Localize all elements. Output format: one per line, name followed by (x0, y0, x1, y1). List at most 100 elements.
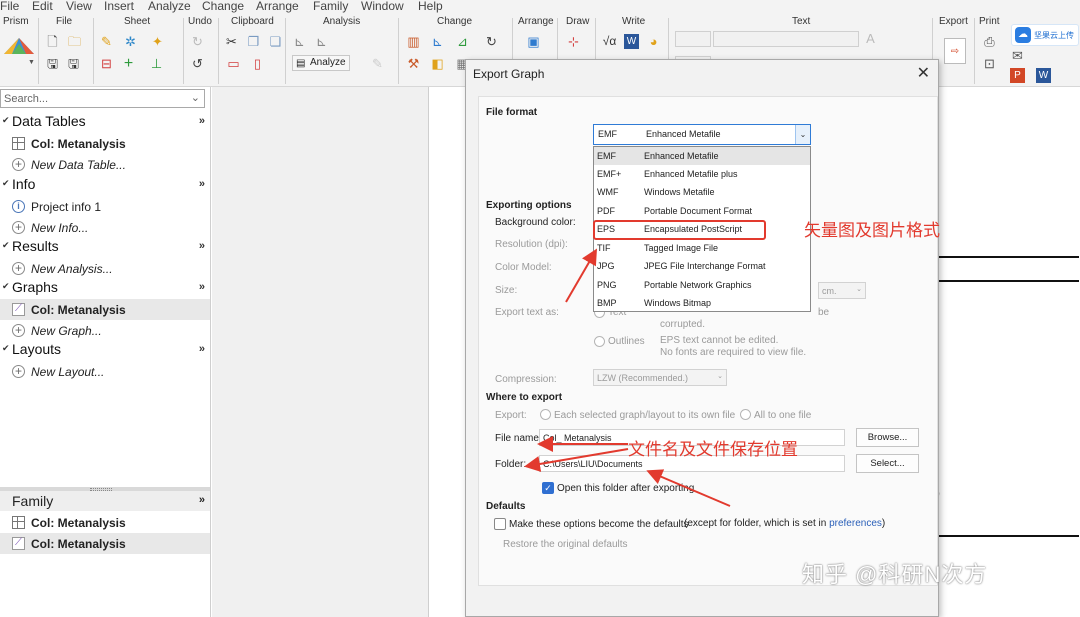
format-option-pdf[interactable]: PDF Portable Document Format (594, 202, 810, 220)
menu-file[interactable]: File (0, 0, 19, 13)
expand-panel-icon[interactable]: » (199, 115, 205, 127)
format-option-tif[interactable]: TIF Tagged Image File (594, 239, 810, 257)
export-icon[interactable]: ⇨ (944, 38, 966, 64)
section-info[interactable]: ✔ Info » (0, 175, 210, 195)
nav-item-graph[interactable]: ⟋ Col: Metanalysis (0, 299, 210, 320)
nav-item-new-info[interactable]: + New Info... (0, 217, 210, 238)
font-style-combo[interactable] (675, 31, 711, 47)
format-axes-icon[interactable]: ⊾ (430, 34, 445, 49)
browse-button[interactable]: Browse... (856, 428, 919, 447)
open-folder-checkbox[interactable]: ✓ (542, 482, 554, 494)
close-icon[interactable]: ✕ (917, 63, 930, 83)
settings-gear-icon[interactable]: ✲ (123, 34, 138, 49)
format-option-emf[interactable]: EMF Enhanced Metafile (594, 147, 810, 165)
word-export-icon[interactable]: W (1036, 68, 1051, 83)
arrange-icon[interactable]: ▣ (526, 34, 541, 49)
wand-icon[interactable]: ⚒ (406, 56, 421, 71)
collapse-chevron-icon[interactable]: ✔ (2, 178, 10, 189)
section-layouts[interactable]: ✔ Layouts » (0, 340, 210, 360)
chevron-down-icon[interactable]: ⌄ (191, 91, 200, 104)
section-results[interactable]: ✔ Results » (0, 237, 210, 257)
analyze-button[interactable]: ▤ Analyze (292, 55, 350, 71)
family-item-graph[interactable]: ⟋ Col: Metanalysis (0, 533, 210, 554)
nav-item-new-graph[interactable]: + New Graph... (0, 320, 210, 341)
print-preview-icon[interactable]: ⊡ (982, 56, 997, 71)
preferences-link[interactable]: preferences (829, 518, 882, 529)
chevron-down-icon[interactable]: ⌄ (795, 125, 810, 144)
nav-item-new-layout[interactable]: + New Layout... (0, 361, 210, 382)
collapse-chevron-icon[interactable]: ✔ (2, 115, 10, 126)
one-file-radio[interactable] (740, 409, 751, 420)
make-default-checkbox[interactable] (494, 518, 506, 530)
menu-window[interactable]: Window (361, 0, 404, 13)
cut-icon[interactable]: ✂ (224, 34, 239, 49)
menu-insert[interactable]: Insert (104, 0, 134, 13)
word-icon[interactable]: W (624, 34, 639, 49)
email-icon[interactable]: ✉ (1010, 48, 1025, 63)
pencil-icon[interactable]: ✎ (370, 56, 385, 71)
graph-type-icon[interactable]: ▥ (406, 34, 421, 49)
highlight-icon[interactable]: ✎ (99, 34, 114, 49)
insert-image-icon[interactable]: ◕ (646, 34, 661, 49)
collapse-chevron-icon[interactable]: ✔ (2, 240, 10, 251)
save-icon[interactable]: 🖫 (45, 56, 60, 71)
refresh-icon[interactable]: ↻ (484, 34, 499, 49)
collapse-chevron-icon[interactable]: ✔ (2, 281, 10, 292)
equation-icon[interactable]: √α (602, 34, 617, 49)
redo-icon[interactable]: ↻ (190, 34, 205, 49)
section-graphs[interactable]: ✔ Graphs » (0, 278, 210, 298)
prism-logo-icon[interactable] (2, 34, 36, 56)
analysis-table-icon[interactable]: ⊾ (314, 34, 329, 49)
format-option-wmf[interactable]: WMF Windows Metafile (594, 183, 810, 201)
section-data-tables[interactable]: ✔ Data Tables » (0, 112, 210, 132)
nav-item-new-data-table[interactable]: + New Data Table... (0, 154, 210, 175)
nav-item-new-analysis[interactable]: + New Analysis... (0, 258, 210, 279)
copy-icon[interactable]: ❐ (246, 34, 261, 49)
clipboard-paste-icon[interactable]: ▯ (250, 56, 265, 71)
add-icon[interactable]: + (121, 56, 136, 72)
expand-panel-icon[interactable]: » (199, 178, 205, 190)
font-name-combo[interactable] (713, 31, 859, 47)
menu-help[interactable]: Help (418, 0, 443, 13)
paste-icon[interactable]: ❏ (268, 34, 283, 49)
new-file-icon[interactable]: 🗋 (45, 34, 60, 49)
search-input[interactable]: Search... ⌄ (0, 89, 205, 108)
open-folder-icon[interactable]: 🗀 (67, 34, 82, 49)
format-option-emf-plus[interactable]: EMF+ Enhanced Metafile plus (594, 165, 810, 183)
family-item-data-table[interactable]: Col: Metanalysis (0, 512, 210, 533)
magic-wand-icon[interactable]: ✦ (150, 34, 165, 49)
menu-edit[interactable]: Edit (32, 0, 53, 13)
size-unit-select[interactable]: cm. ⌄ (818, 282, 866, 299)
analysis-chart-icon[interactable]: ⊾ (292, 34, 307, 49)
each-file-radio[interactable] (540, 409, 551, 420)
collapse-chevron-icon[interactable]: ✔ (2, 343, 10, 354)
change-graph-icon[interactable]: ⊿ (455, 34, 470, 49)
nav-item-data-table[interactable]: Col: Metanalysis (0, 133, 210, 154)
expand-panel-icon[interactable]: » (199, 281, 205, 293)
expand-panel-icon[interactable]: » (199, 494, 205, 506)
file-format-select[interactable]: EMF Enhanced Metafile ⌄ (593, 124, 811, 145)
outlines-radio[interactable] (594, 336, 605, 347)
draw-arrow-icon[interactable]: ⊹ (566, 34, 581, 49)
undo-icon[interactable]: ↺ (190, 56, 205, 71)
format-option-bmp[interactable]: BMP Windows Bitmap (594, 294, 810, 312)
expand-panel-icon[interactable]: » (199, 240, 205, 252)
chevron-down-icon[interactable]: ▼ (28, 59, 35, 66)
color-scheme-icon[interactable]: ◧ (430, 56, 445, 71)
menu-family[interactable]: Family (313, 0, 348, 13)
format-option-jpg[interactable]: JPG JPEG File Interchange Format (594, 257, 810, 275)
nav-item-project-info[interactable]: i Project info 1 (0, 196, 210, 217)
save-as-icon[interactable]: 🖫 (66, 56, 81, 71)
menu-view[interactable]: View (66, 0, 92, 13)
add-row-icon[interactable]: ⊥ (149, 56, 164, 71)
menu-change[interactable]: Change (202, 0, 244, 13)
delete-sheet-icon[interactable]: ⊟ (99, 56, 114, 71)
powerpoint-icon[interactable]: P (1010, 68, 1025, 83)
format-option-png[interactable]: PNG Portable Network Graphics (594, 276, 810, 294)
text-color-icon[interactable]: A (863, 31, 878, 46)
cloud-upload-button[interactable]: ☁ 坚果云上传 (1011, 24, 1079, 46)
restore-defaults-link[interactable]: Restore the original defaults (503, 539, 628, 550)
select-folder-button[interactable]: Select... (856, 454, 919, 473)
expand-panel-icon[interactable]: » (199, 343, 205, 355)
menu-arrange[interactable]: Arrange (256, 0, 299, 13)
